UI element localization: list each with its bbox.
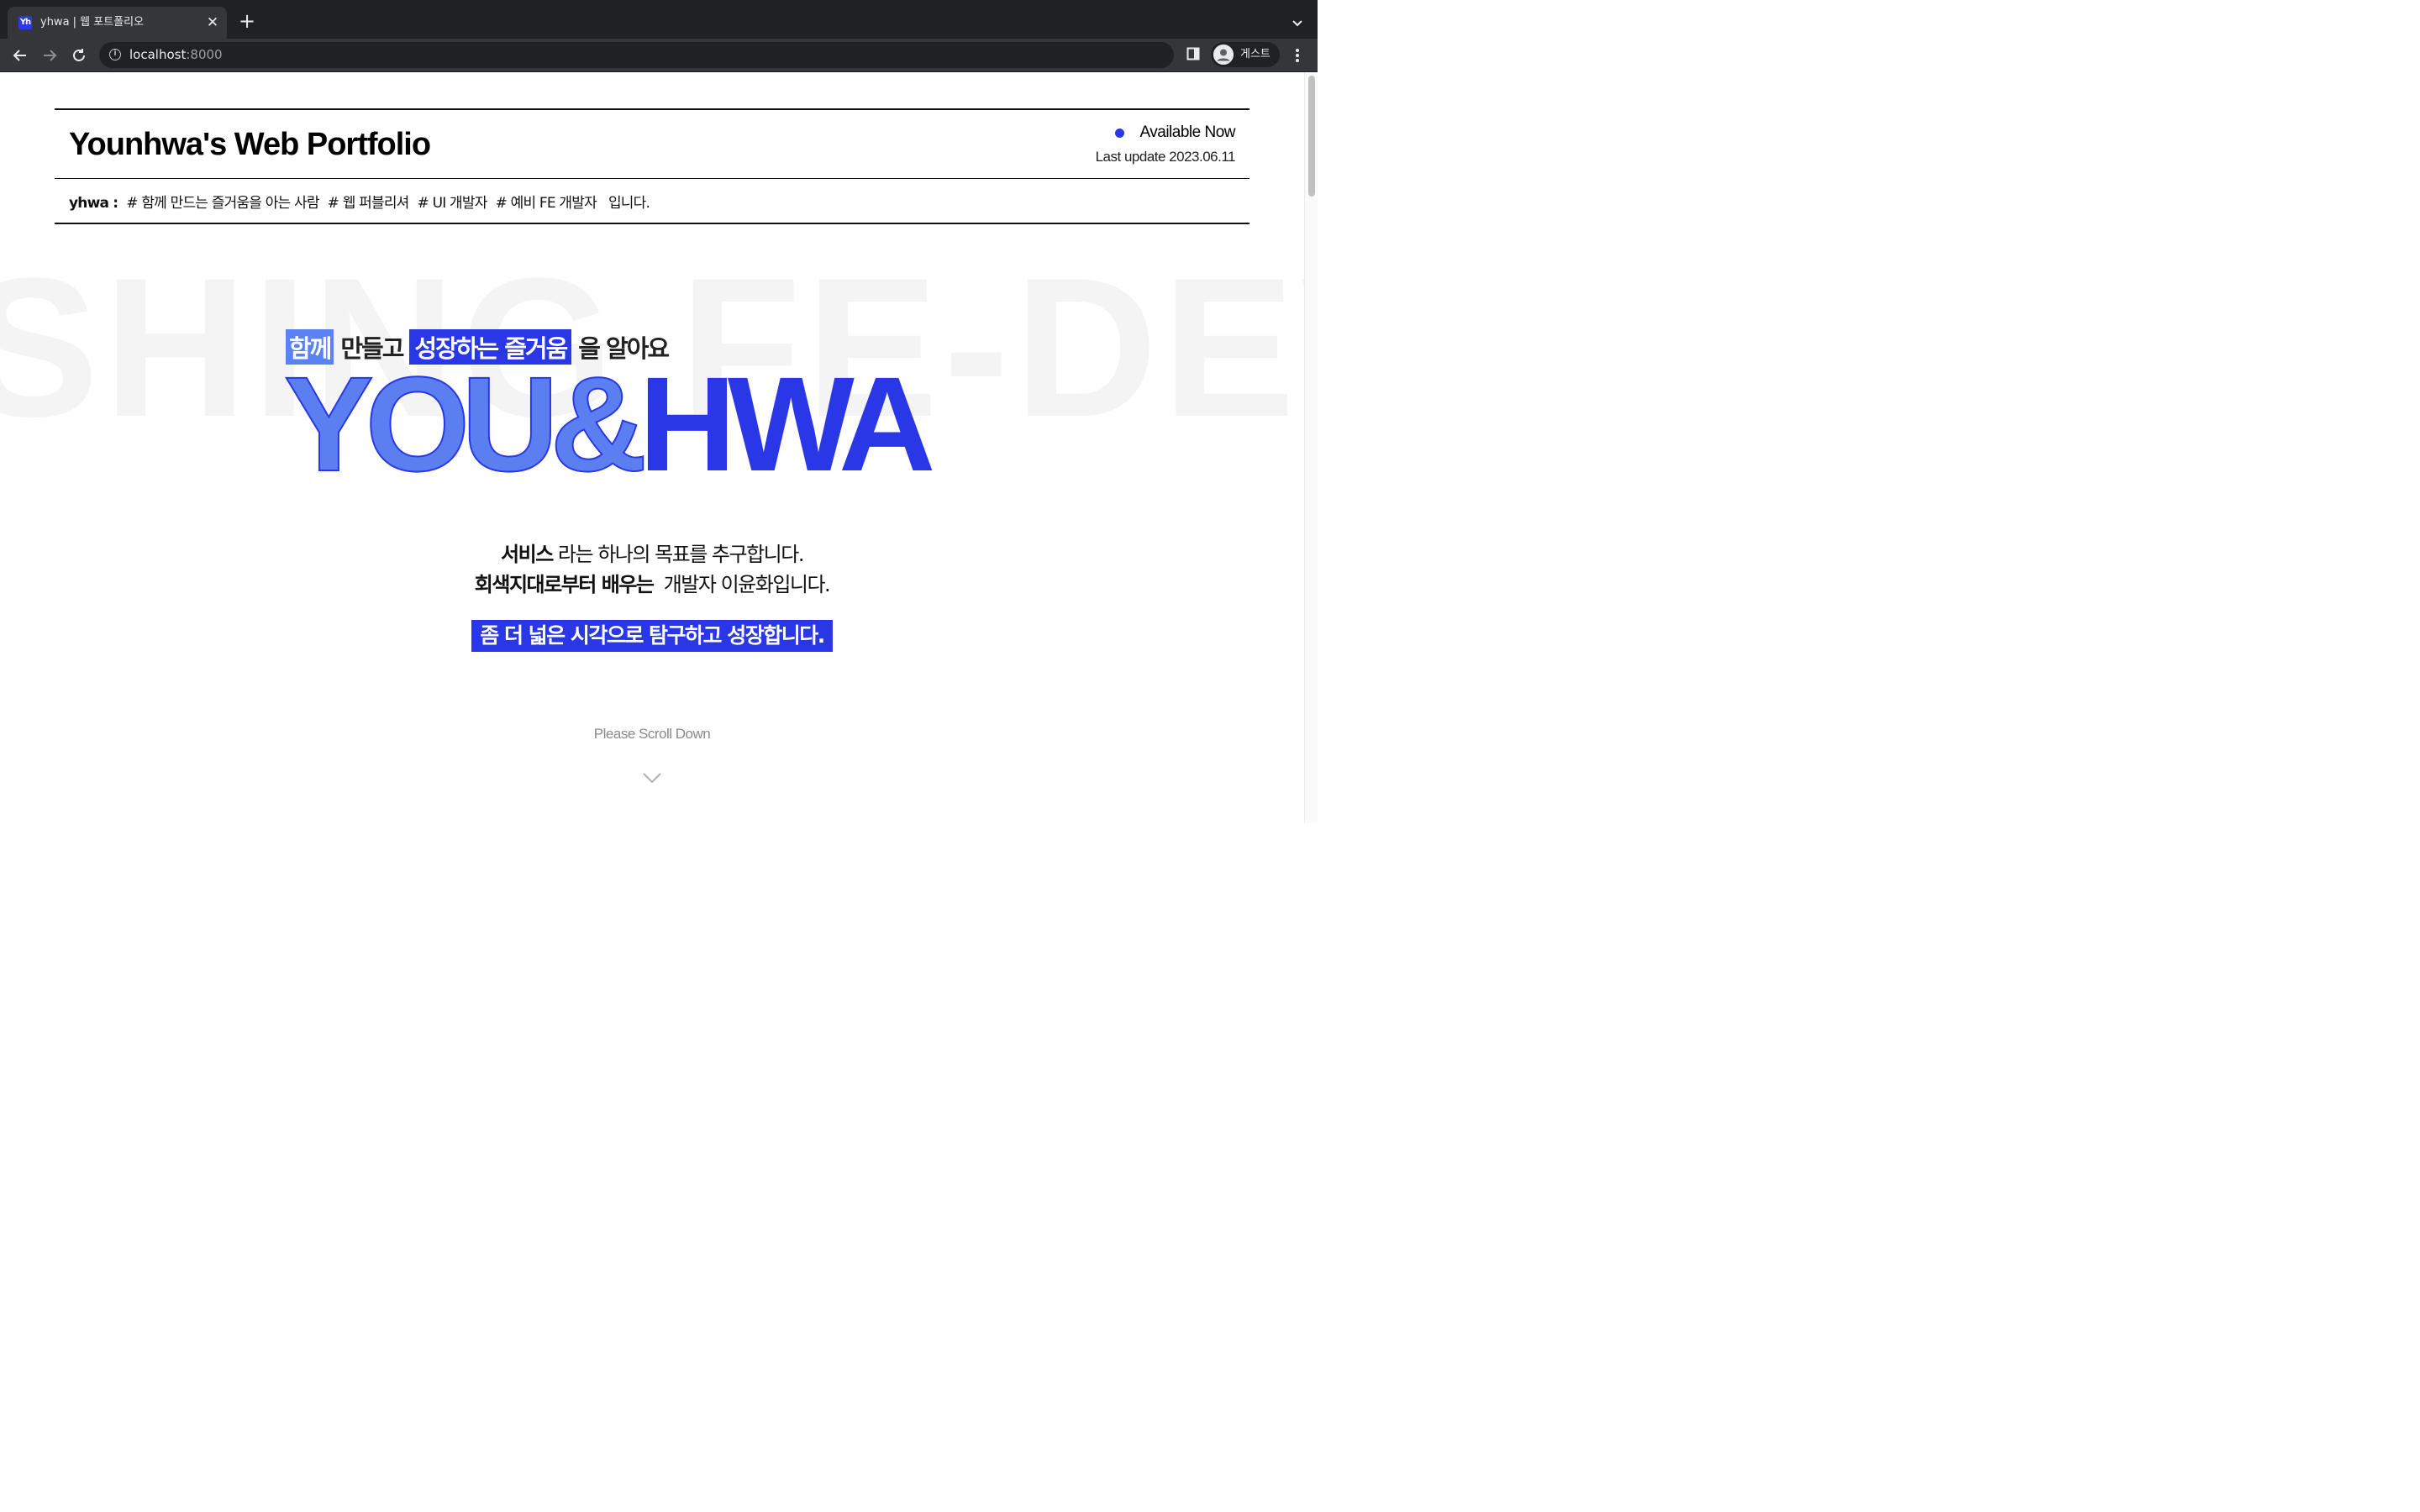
chevron-down-icon[interactable] [642, 771, 662, 785]
favicon-icon: Yh [18, 16, 32, 29]
mission-keyword: 서비스 [501, 543, 554, 566]
hero-title-you: YOU& [283, 349, 648, 499]
kebab-menu-icon[interactable] [1289, 46, 1306, 65]
intro-tail: 입니다. [608, 195, 650, 212]
mission-line-2: 회색지대로부터 배우는 개발자 이윤화입니다. [0, 570, 1304, 600]
intro-line: yhwa : # 함께 만드는 즐거움을 아는 사람 # 웹 퍼블리셔 # UI… [69, 191, 650, 212]
profile-button[interactable]: 게스트 [1211, 42, 1280, 67]
intro-tag: # 예비 FE 개발자 [495, 195, 597, 212]
status-dot-icon [1115, 128, 1125, 138]
url-host: localhost [129, 47, 187, 62]
url-port: :8000 [186, 47, 223, 62]
header-bottom-rule [55, 223, 1249, 224]
hero-title: YOU&HWA [283, 356, 936, 492]
status-label: Available Now [1139, 123, 1235, 141]
last-update: Last update 2023.06.11 [1095, 149, 1236, 165]
forward-icon[interactable] [39, 45, 60, 66]
intro-tag: # 함께 만드는 즐거움을 아는 사람 [126, 195, 319, 212]
avatar-icon [1213, 45, 1234, 65]
profile-name: 게스트 [1240, 48, 1270, 60]
header-middle-rule [55, 178, 1249, 179]
url-text: localhost:8000 [129, 47, 223, 63]
mission-statement: 서비스 라는 하나의 목표를 추구합니다. 회색지대로부터 배우는 개발자 이윤… [0, 539, 1304, 600]
tab-strip: Yh yhwa | 웹 포트폴리오 ✕ + [0, 0, 1318, 39]
scrollbar-thumb[interactable] [1308, 76, 1315, 197]
header-top-rule [55, 108, 1249, 110]
chevron-down-icon[interactable] [1287, 13, 1307, 33]
page-viewport: SHING FE-DEV Younhwa's Web Portfolio Ava… [0, 72, 1318, 823]
address-bar[interactable]: i localhost:8000 [99, 42, 1174, 68]
reload-icon[interactable] [68, 45, 90, 66]
browser-toolbar: i localhost:8000 게스트 [0, 39, 1318, 72]
close-icon[interactable]: ✕ [205, 15, 220, 30]
availability-status: Available Now [1115, 123, 1235, 142]
mission-text: 개발자 이윤화입니다. [653, 573, 831, 596]
hero-title-hwa: HWA [639, 349, 935, 499]
page-title: Younhwa's Web Portfolio [69, 127, 431, 162]
side-panel-icon[interactable] [1186, 47, 1200, 60]
intro-tag: # 웹 퍼블리셔 [327, 195, 410, 212]
mission-text: 라는 하나의 목표를 추구합니다. [552, 543, 805, 566]
callout-container: 좀 더 넓은 시각으로 탐구하고 성장합니다. [0, 620, 1304, 652]
intro-tag: # UI 개발자 [417, 195, 488, 212]
mission-callout: 좀 더 넓은 시각으로 탐구하고 성장합니다. [471, 620, 833, 652]
mission-line-1: 서비스 라는 하나의 목표를 추구합니다. [0, 539, 1304, 570]
back-icon[interactable] [9, 45, 31, 66]
info-icon[interactable]: i [109, 49, 121, 60]
plus-icon[interactable]: + [237, 11, 257, 31]
page-scrollbar[interactable] [1304, 72, 1318, 823]
mission-keyword: 회색지대로부터 배우는 [474, 573, 655, 596]
scroll-hint: Please Scroll Down [593, 726, 711, 742]
intro-name: yhwa : [69, 195, 118, 212]
tab-title: yhwa | 웹 포트폴리오 [40, 16, 145, 29]
browser-tab[interactable]: Yh yhwa | 웹 포트폴리오 ✕ [8, 7, 227, 39]
